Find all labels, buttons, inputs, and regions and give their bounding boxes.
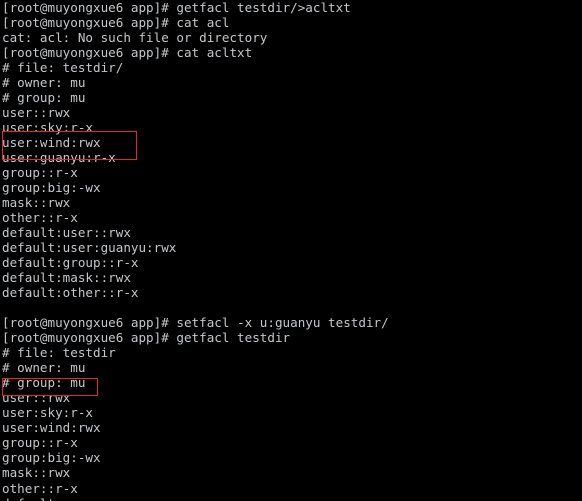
terminal-line: default:user::rwx — [2, 496, 389, 501]
terminal-line: mask::rwx — [2, 465, 71, 481]
terminal-line: # group: mu — [2, 375, 86, 391]
terminal-line: user::rwx — [2, 105, 71, 121]
terminal-line: [root@muyongxue6 app]# getfacl testdir — [2, 330, 291, 346]
terminal-line: other::r-x — [2, 210, 78, 226]
terminal-line: user::rwx — [2, 390, 71, 406]
terminal-line: user:sky:r-x — [2, 405, 93, 421]
terminal-line: # file: testdir — [2, 345, 116, 361]
terminal-line: default:mask::rwx — [2, 270, 131, 286]
terminal-line: user:guanyu:r-x — [2, 150, 116, 166]
terminal-line: default:user:guanyu:rwx — [2, 240, 177, 256]
terminal-line: group::r-x — [2, 435, 78, 451]
terminal-line: group:big:-wx — [2, 180, 101, 196]
terminal-line: user:wind:rwx — [2, 420, 101, 436]
terminal-line: user:sky:r-x — [2, 120, 93, 136]
terminal-line: [root@muyongxue6 app]# setfacl -x u:guan… — [2, 315, 389, 331]
terminal-line: group:big:-wx — [2, 450, 101, 466]
terminal-line: # owner: mu — [2, 75, 86, 91]
terminal-line: default:user::rwx — [2, 225, 131, 241]
terminal-line: mask::rwx — [2, 195, 71, 211]
terminal-line: default:group::r-x — [2, 255, 139, 271]
terminal-output: [root@muyongxue6 app]# getfacl testdir/>… — [2, 0, 389, 501]
terminal-line: group::r-x — [2, 165, 78, 181]
terminal-line: cat: acl: No such file or directory — [2, 30, 268, 46]
terminal-line: [root@muyongxue6 app]# cat acltxt — [2, 45, 253, 61]
terminal-line: user:wind:rwx — [2, 135, 101, 151]
terminal-line: other::r-x — [2, 480, 78, 496]
terminal-line: [root@muyongxue6 app]# cat acl — [2, 15, 230, 31]
terminal-line: default:other::r-x — [2, 285, 139, 301]
terminal-line: # file: testdir/ — [2, 60, 124, 76]
terminal-line: # group: mu — [2, 90, 86, 106]
terminal-line: # owner: mu — [2, 360, 86, 376]
terminal-window[interactable]: [root@muyongxue6 app]# getfacl testdir/>… — [0, 0, 582, 501]
terminal-line: [root@muyongxue6 app]# getfacl testdir/>… — [2, 0, 351, 15]
